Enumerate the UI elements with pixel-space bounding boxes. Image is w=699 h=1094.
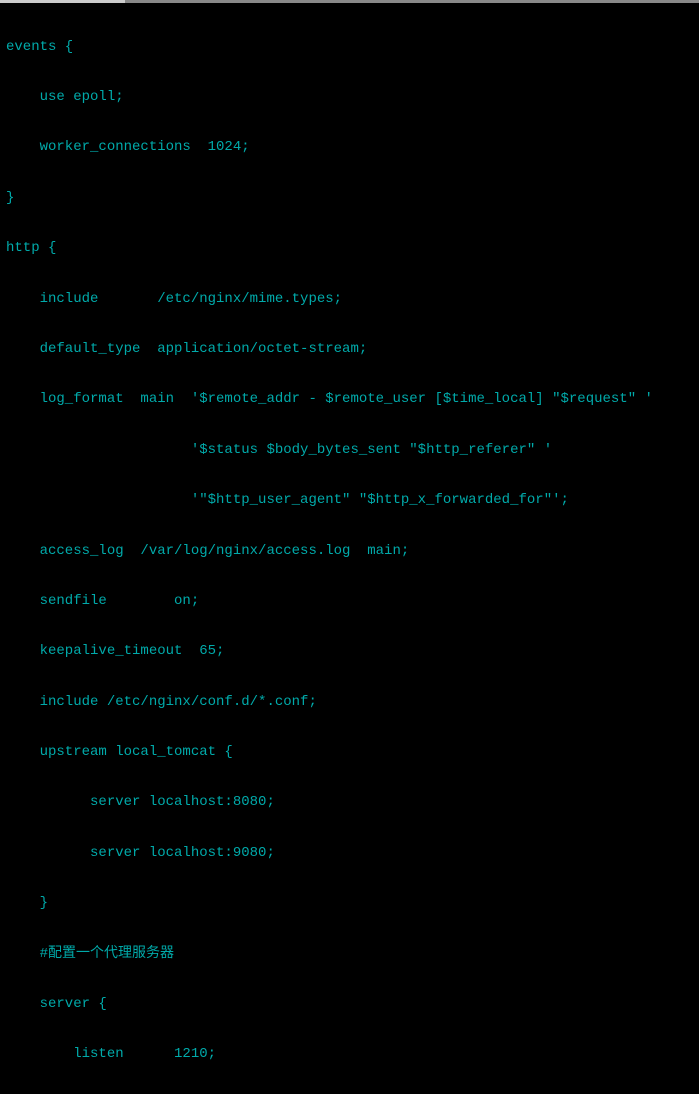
config-line: http { <box>6 240 693 257</box>
config-line: keepalive_timeout 65; <box>6 643 693 660</box>
tab-gutter <box>125 0 699 3</box>
config-line: server localhost:9080; <box>6 845 693 862</box>
config-line: access_log /var/log/nginx/access.log mai… <box>6 543 693 560</box>
config-line: events { <box>6 39 693 56</box>
tab-bar <box>0 0 699 3</box>
config-line: log_format main '$remote_addr - $remote_… <box>6 391 693 408</box>
config-line: server { <box>6 996 693 1013</box>
config-line: '$status $body_bytes_sent "$http_referer… <box>6 442 693 459</box>
config-line: sendfile on; <box>6 593 693 610</box>
config-line: } <box>6 895 693 912</box>
editor-content[interactable]: events { use epoll; worker_connections 1… <box>0 3 699 1094</box>
config-line: include /etc/nginx/conf.d/*.conf; <box>6 694 693 711</box>
config-line: upstream local_tomcat { <box>6 744 693 761</box>
config-line: '"$http_user_agent" "$http_x_forwarded_f… <box>6 492 693 509</box>
config-line: } <box>6 190 693 207</box>
config-line: server localhost:8080; <box>6 794 693 811</box>
active-tab[interactable] <box>0 0 125 3</box>
config-line: default_type application/octet-stream; <box>6 341 693 358</box>
config-line: use epoll; <box>6 89 693 106</box>
config-line: listen 1210; <box>6 1046 693 1063</box>
config-line: worker_connections 1024; <box>6 139 693 156</box>
config-line: #配置一个代理服务器 <box>6 946 693 963</box>
config-line: include /etc/nginx/mime.types; <box>6 291 693 308</box>
